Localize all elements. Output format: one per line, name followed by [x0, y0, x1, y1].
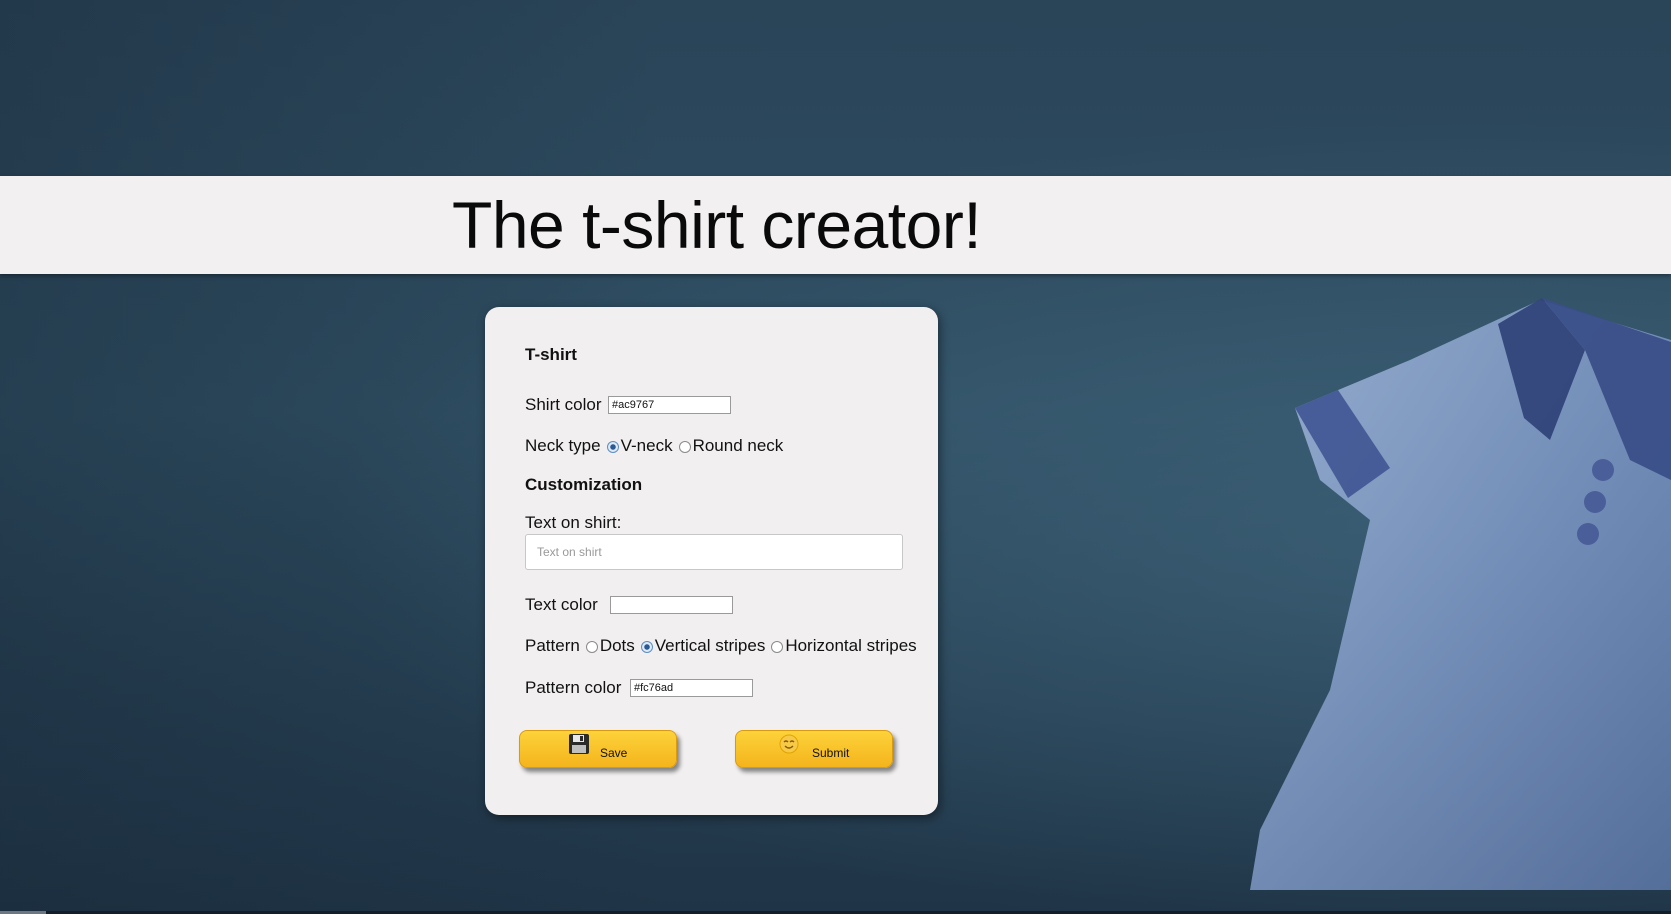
- floppy-disk-icon: [569, 734, 589, 754]
- neck-v-option-label[interactable]: V-neck: [621, 436, 673, 456]
- neck-round-radio[interactable]: [678, 441, 691, 453]
- neck-round-option-label[interactable]: Round neck: [693, 436, 784, 456]
- submit-button-label: Submit: [812, 746, 850, 760]
- pattern-color-label: Pattern color: [525, 678, 622, 697]
- save-button[interactable]: Save: [519, 730, 677, 768]
- text-color-label: Text color: [525, 595, 598, 614]
- shirt-color-label: Shirt color: [525, 395, 602, 414]
- submit-button[interactable]: Submit: [735, 730, 893, 768]
- pattern-dots-radio[interactable]: [585, 641, 598, 653]
- text-on-shirt-input[interactable]: [525, 534, 903, 570]
- neck-v-radio[interactable]: [606, 441, 619, 453]
- pattern-vertical-stripes-radio[interactable]: [640, 641, 653, 653]
- smiley-face-icon: [779, 734, 799, 754]
- shirt-button: [1592, 459, 1614, 481]
- pattern-horizontal-stripes-radio[interactable]: [771, 641, 784, 653]
- shirt-color-input[interactable]: [608, 396, 731, 414]
- pattern-label: Pattern: [525, 636, 580, 655]
- pattern-vertical-stripes-option-label[interactable]: Vertical stripes: [655, 636, 766, 656]
- neck-type-group: Neck type V-neck Round neck: [525, 436, 783, 456]
- save-button-label: Save: [600, 746, 628, 760]
- pattern-color-input[interactable]: [630, 679, 753, 697]
- shirt-button: [1584, 491, 1606, 513]
- pattern-horizontal-stripes-option-label[interactable]: Horizontal stripes: [785, 636, 916, 656]
- text-on-shirt-label: Text on shirt:: [525, 513, 622, 532]
- shirt-button: [1577, 523, 1599, 545]
- page-title: The t-shirt creator!: [452, 188, 982, 262]
- pattern-dots-option-label[interactable]: Dots: [600, 636, 635, 656]
- text-color-input[interactable]: [610, 596, 733, 614]
- tshirt-form-card: T-shirt Shirt color Neck type V-neck Rou…: [485, 307, 938, 815]
- neck-type-label: Neck type: [525, 436, 601, 455]
- tshirt-section-heading: T-shirt: [525, 345, 577, 364]
- polo-shirt-illustration: [1250, 298, 1671, 890]
- customization-section-heading: Customization: [525, 475, 643, 494]
- pattern-group: Pattern Dots Vertical stripes Horizontal…: [525, 636, 917, 656]
